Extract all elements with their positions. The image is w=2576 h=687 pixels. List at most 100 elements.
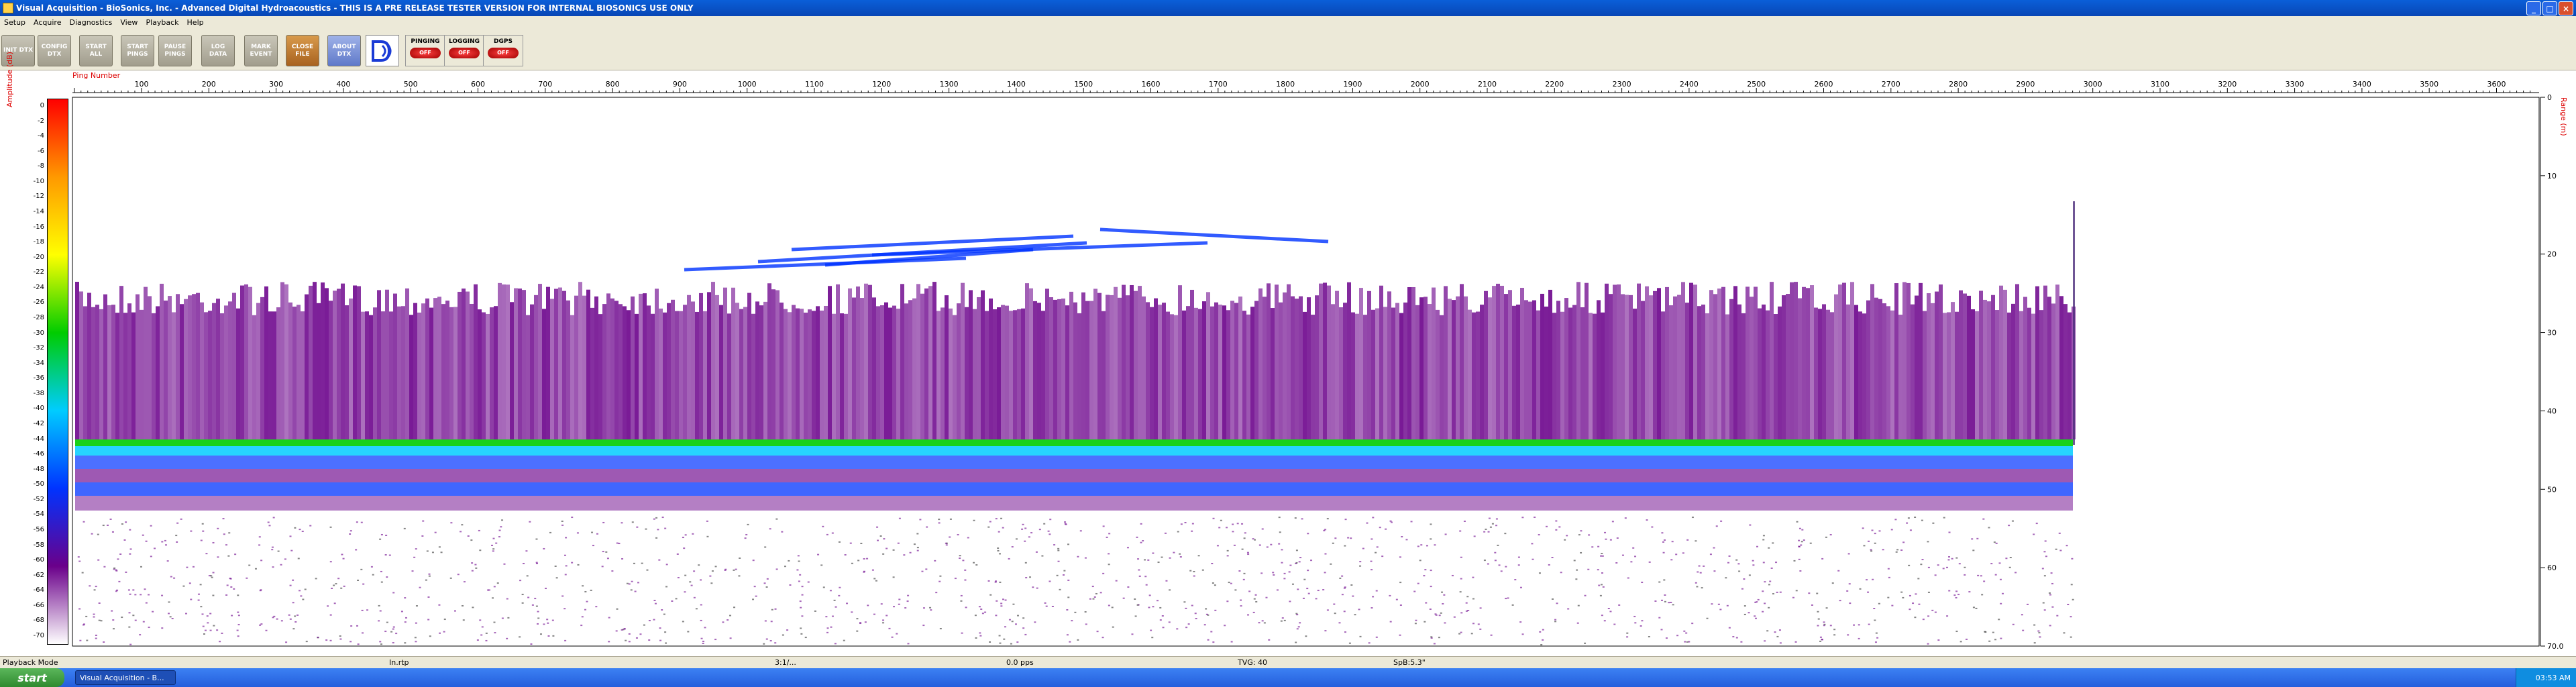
sub-bottom-speckle (1799, 527, 1801, 529)
sub-bottom-speckle (329, 526, 332, 528)
sub-bottom-speckle (292, 602, 294, 604)
sub-bottom-speckle (1727, 562, 1729, 564)
sub-bottom-speckle (1108, 553, 1110, 555)
water-column-noise (216, 299, 220, 439)
sub-bottom-speckle (302, 598, 305, 600)
water-column-noise (1359, 288, 1363, 439)
status-pps: 0.0 pps (1006, 658, 1034, 667)
sub-bottom-speckle (1334, 537, 1337, 539)
sub-bottom-speckle (1179, 553, 1181, 555)
water-column-noise (562, 290, 566, 439)
ping-tick-label: 2200 (1545, 80, 1564, 89)
sub-bottom-speckle (1057, 547, 1060, 549)
sub-bottom-speckle (1972, 606, 1975, 609)
water-column-noise (1878, 299, 1882, 439)
ping-tick-label: 2100 (1478, 80, 1497, 89)
taskbar-item-visual-acquisition[interactable]: Visual Acquisition - B... (75, 670, 176, 685)
sub-bottom-speckle (1735, 637, 1738, 639)
sub-bottom-speckle (1927, 615, 1930, 617)
water-column-noise (1790, 282, 1794, 439)
sub-bottom-speckle (1648, 561, 1651, 563)
sub-bottom-speckle (1867, 591, 1870, 593)
sub-bottom-speckle (1955, 557, 1958, 559)
water-column-noise (393, 293, 397, 439)
sub-bottom-speckle (392, 626, 395, 628)
water-column-noise (1476, 311, 1480, 439)
sub-bottom-speckle (863, 571, 865, 573)
start-button[interactable]: start (0, 668, 64, 687)
sub-bottom-speckle (148, 627, 150, 629)
sub-bottom-speckle (1296, 614, 1299, 616)
sub-bottom-speckle (1424, 621, 1426, 623)
sub-bottom-speckle (2035, 523, 2038, 525)
echogram[interactable]: 100 200 300 400 500 600 700 800 900 1000 1100 1200 1… (0, 0, 2576, 687)
sub-bottom-speckle (1684, 641, 1686, 643)
water-column-noise (1750, 297, 1754, 439)
sub-bottom-speckle (201, 613, 204, 615)
sub-bottom-speckle (2000, 602, 2002, 604)
water-column-noise (111, 305, 115, 439)
water-column-noise (280, 282, 284, 439)
sub-bottom-speckle (1268, 639, 1271, 641)
sub-bottom-speckle (427, 596, 430, 598)
sub-bottom-speckle (1821, 558, 1824, 560)
water-column-noise (389, 311, 393, 439)
sub-bottom-speckle (1660, 599, 1663, 601)
sub-bottom-speckle (1868, 623, 1870, 625)
sub-bottom-speckle (544, 588, 547, 590)
water-column-noise (1725, 314, 1729, 439)
water-column-noise (796, 308, 800, 439)
sub-bottom-speckle (1964, 574, 1966, 576)
water-column-noise (236, 308, 240, 439)
sub-bottom-speckle (769, 640, 772, 642)
sub-bottom-speckle (2039, 636, 2041, 638)
sub-bottom-speckle (634, 590, 637, 592)
sub-bottom-speckle (478, 529, 480, 531)
sub-bottom-speckle (1022, 617, 1025, 619)
water-column-noise (788, 312, 792, 439)
ping-tick-label: 1500 (1074, 80, 1093, 89)
sub-bottom-speckle (1034, 621, 1036, 623)
sub-bottom-speckle (1280, 620, 1283, 622)
sub-bottom-speckle (132, 615, 135, 617)
sub-bottom-speckle (738, 575, 741, 577)
water-column-noise (1967, 295, 1971, 439)
sub-bottom-speckle (1433, 643, 1436, 645)
sub-bottom-speckle (491, 597, 494, 599)
sub-bottom-speckle (1453, 616, 1456, 618)
sub-bottom-speckle (1507, 597, 1509, 599)
sub-bottom-speckle (1793, 560, 1796, 562)
sub-bottom-speckle (1224, 625, 1226, 627)
sub-bottom-speckle (1839, 600, 1841, 602)
sub-bottom-speckle (1144, 576, 1147, 578)
sub-bottom-speckle (635, 637, 638, 639)
sub-bottom-speckle (1483, 560, 1486, 562)
sub-bottom-speckle (356, 521, 358, 523)
sub-bottom-speckle (86, 639, 89, 641)
sub-bottom-speckle (591, 531, 594, 533)
sub-bottom-speckle (898, 517, 901, 519)
sub-bottom-speckle (1613, 623, 1616, 625)
water-column-noise (667, 303, 671, 439)
water-column-noise (325, 288, 329, 439)
sub-bottom-speckle (189, 582, 191, 584)
sub-bottom-speckle (507, 617, 510, 619)
water-column-noise (739, 309, 743, 439)
water-column-noise (1303, 311, 1307, 439)
water-column-noise (623, 306, 627, 439)
sub-bottom-speckle (1519, 586, 1522, 588)
sub-bottom-speckle (2072, 598, 2074, 600)
water-column-noise (284, 284, 288, 439)
sub-bottom-speckle (907, 594, 910, 596)
water-column-noise (1649, 295, 1653, 439)
sub-bottom-speckle (1663, 579, 1666, 581)
sub-bottom-speckle (714, 566, 717, 568)
sub-bottom-speckle (1056, 574, 1059, 576)
sub-bottom-speckle (1616, 537, 1619, 539)
sub-bottom-speckle (625, 639, 627, 641)
water-column-noise (1653, 290, 1657, 439)
range-tick-label: 20 (2547, 250, 2557, 259)
sub-bottom-speckle (898, 603, 900, 605)
sub-bottom-speckle (710, 582, 713, 584)
sub-bottom-speckle (1344, 519, 1347, 521)
